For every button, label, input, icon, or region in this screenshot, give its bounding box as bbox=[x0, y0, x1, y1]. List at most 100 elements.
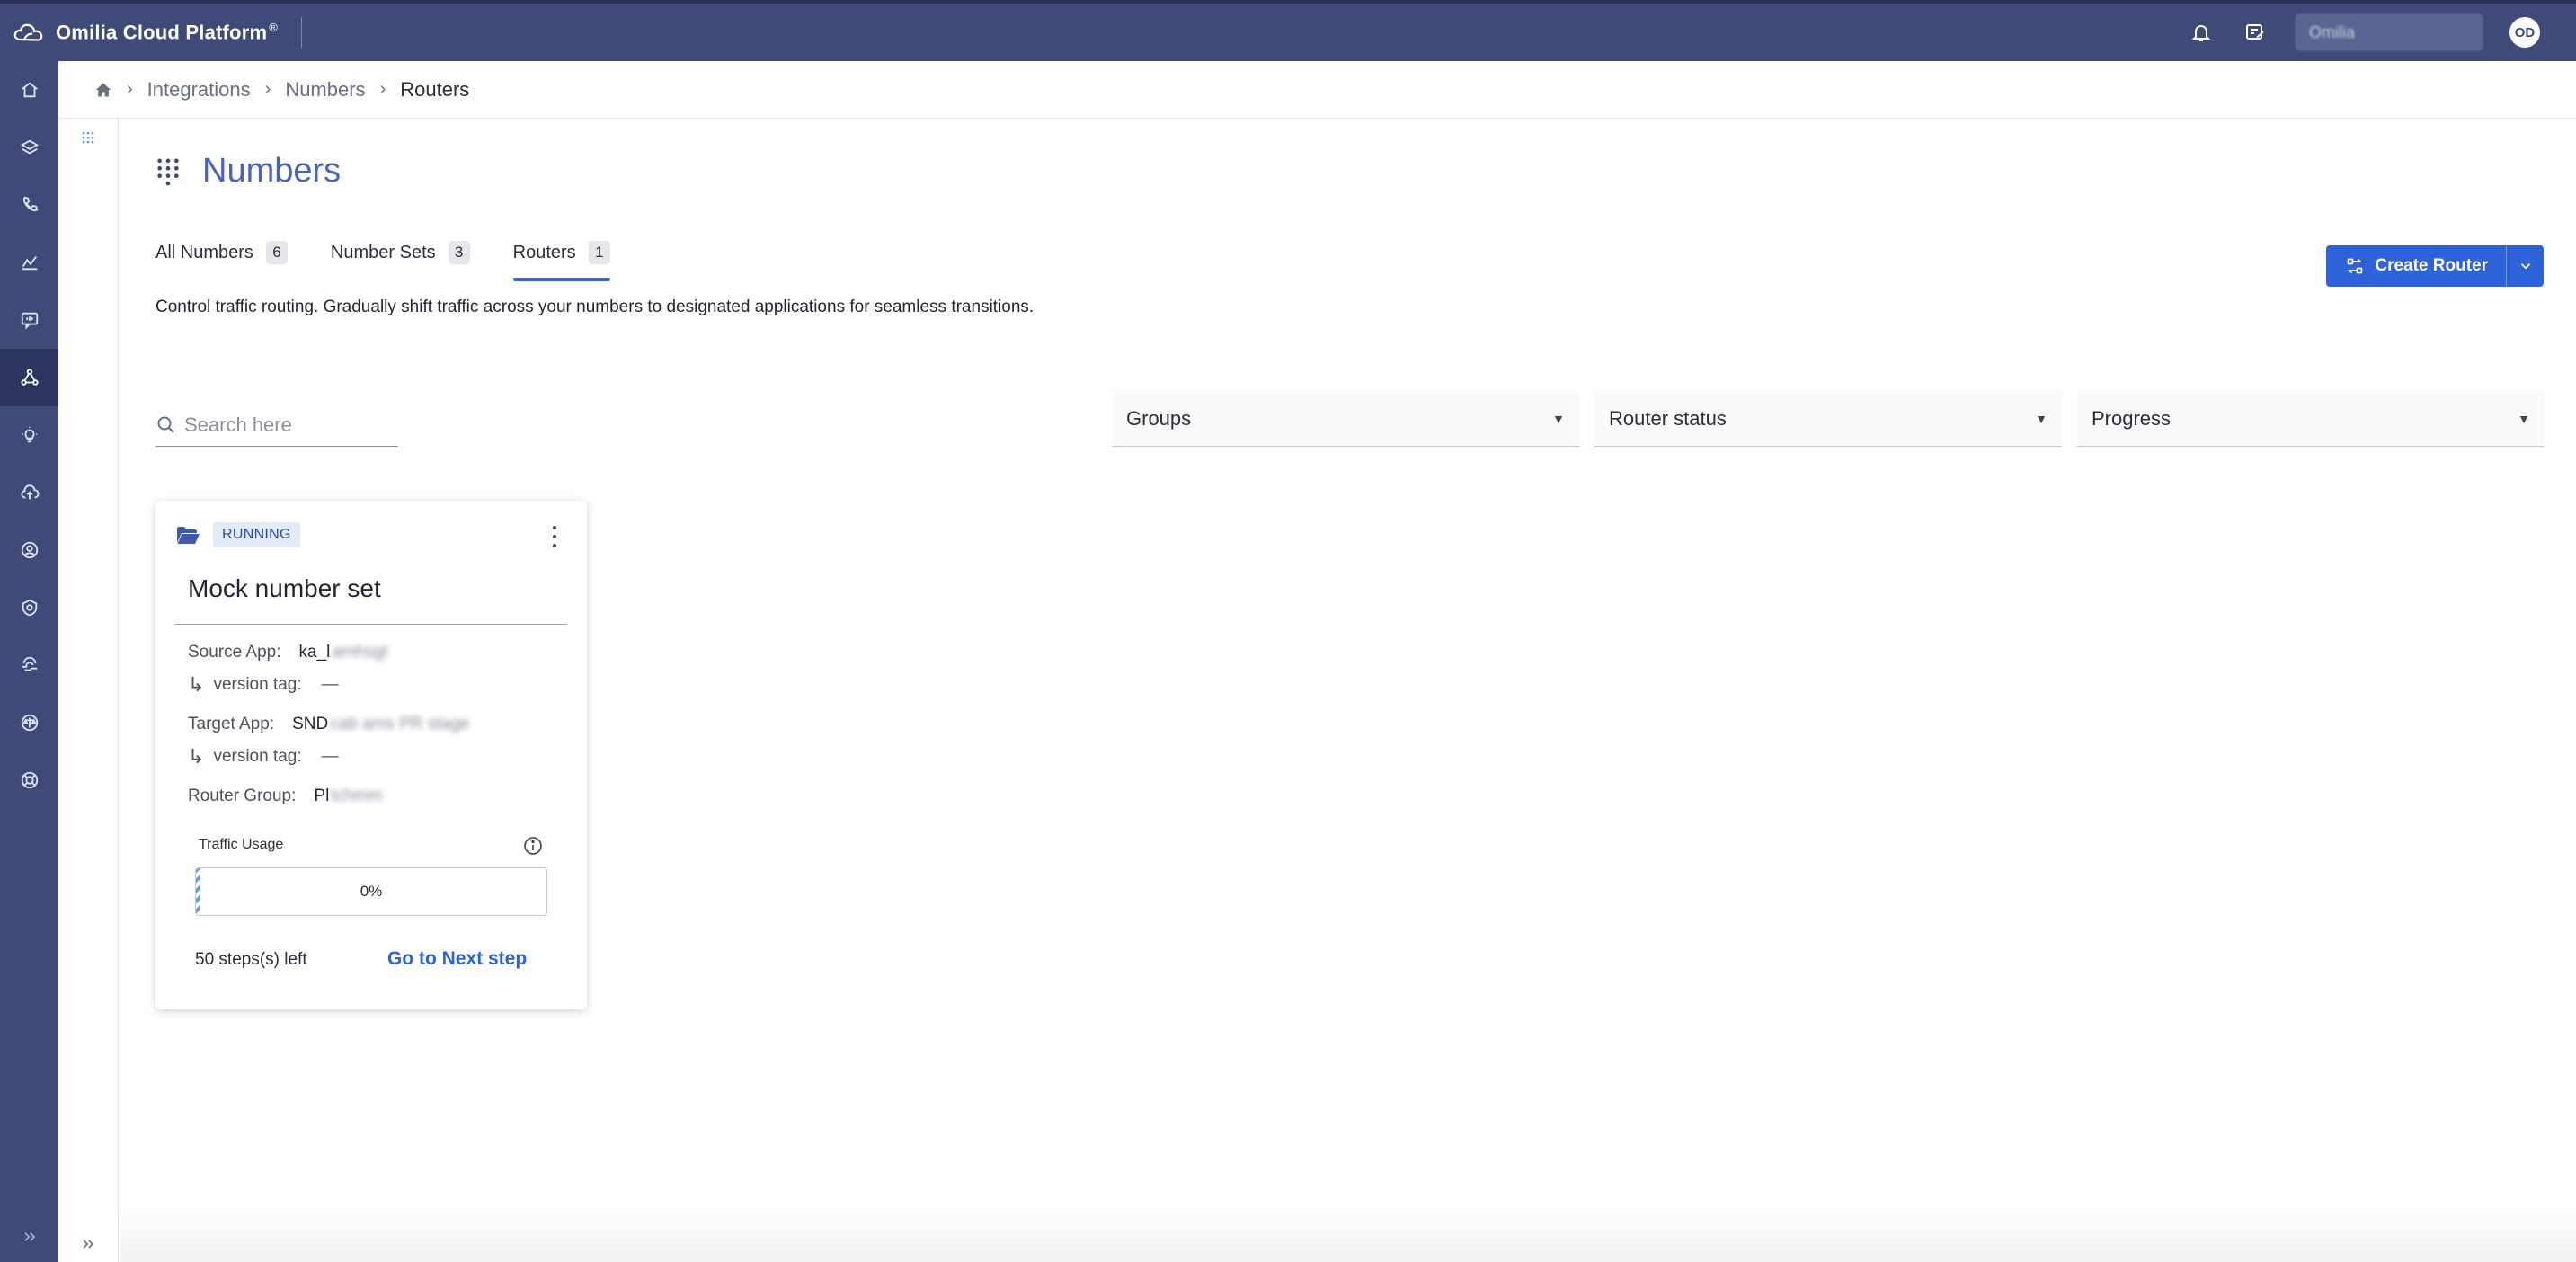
progress-text: 0% bbox=[360, 883, 383, 900]
router-group-redacted: tchmm bbox=[331, 787, 383, 805]
source-version-row: ↳ version tag: — bbox=[188, 673, 339, 696]
tab-all-numbers[interactable]: All Numbers 6 bbox=[155, 235, 288, 271]
tab-number-sets[interactable]: Number Sets 3 bbox=[331, 235, 470, 271]
sidebar-item-integrations[interactable] bbox=[0, 349, 58, 406]
avatar[interactable]: OD bbox=[2509, 17, 2540, 48]
target-app-redacted: cab ams PR stage bbox=[330, 715, 470, 733]
cloud-logo-icon bbox=[13, 23, 43, 41]
sidebar-item-support[interactable] bbox=[0, 751, 58, 809]
sidebar-item-insights[interactable] bbox=[0, 406, 58, 464]
fingerprint-icon bbox=[22, 656, 37, 671]
dialpad-grid-icon bbox=[157, 158, 179, 185]
status-badge: RUNNING bbox=[213, 522, 300, 547]
page-header: Numbers bbox=[155, 152, 341, 191]
breadcrumb-separator: › bbox=[127, 79, 133, 99]
tab-count-badge: 3 bbox=[448, 241, 470, 264]
info-circle-icon[interactable] bbox=[522, 835, 544, 857]
router-group-value: Pl bbox=[314, 787, 330, 805]
double-chevron-right-icon bbox=[23, 1232, 35, 1241]
progress-dropdown-label: Progress bbox=[2092, 406, 2172, 430]
groups-dropdown[interactable]: Groups ▼ bbox=[1112, 391, 1579, 447]
bottom-shade bbox=[120, 1208, 2576, 1262]
lightbulb-icon bbox=[22, 426, 37, 443]
search-icon bbox=[157, 416, 174, 433]
card-title: Mock number set bbox=[188, 574, 381, 602]
sidebar-item-home[interactable] bbox=[0, 61, 58, 119]
brand[interactable]: Omilia Cloud Platform ® bbox=[0, 4, 278, 61]
rail-expand-button[interactable] bbox=[58, 1235, 118, 1253]
brand-divider bbox=[301, 17, 303, 48]
steps-left-text: 50 steps(s) left bbox=[195, 950, 307, 969]
secondary-rail bbox=[58, 119, 119, 1262]
chevron-down-icon bbox=[2520, 263, 2530, 270]
target-app-value: SND bbox=[292, 715, 329, 733]
sidebar-item-voice[interactable] bbox=[0, 176, 58, 234]
caret-down-icon: ▼ bbox=[1552, 411, 1565, 426]
breadcrumb-item-routers: Routers bbox=[400, 77, 470, 101]
message-icon bbox=[21, 312, 38, 330]
caret-down-icon: ▼ bbox=[2518, 411, 2530, 426]
dialpad-grid-icon[interactable] bbox=[58, 129, 118, 147]
page-title: Numbers bbox=[202, 152, 342, 190]
top-bar: Omilia Cloud Platform ® Omilia OD bbox=[0, 0, 2576, 61]
integrations-icon bbox=[20, 369, 39, 386]
source-app-row: Source App: ka_l amhsgt bbox=[188, 643, 388, 662]
sidebar-expand-button[interactable] bbox=[0, 1219, 58, 1255]
layers-icon bbox=[20, 139, 39, 155]
target-version-row: ↳ version tag: — bbox=[188, 745, 339, 768]
return-arrow-icon: ↳ bbox=[188, 673, 205, 696]
groups-dropdown-label: Groups bbox=[1126, 406, 1192, 430]
double-chevron-right-icon bbox=[83, 1240, 94, 1249]
breadcrumb-separator: › bbox=[379, 79, 386, 99]
user-circle-icon bbox=[21, 541, 38, 559]
main-sidebar bbox=[0, 61, 58, 1262]
cloud-upload-icon bbox=[20, 484, 40, 500]
card-more-menu-icon[interactable] bbox=[549, 526, 560, 547]
progress-dropdown[interactable]: Progress ▼ bbox=[2077, 391, 2545, 447]
search-box bbox=[155, 404, 398, 447]
breadcrumb-item-integrations[interactable]: Integrations bbox=[147, 78, 251, 102]
home-icon bbox=[21, 82, 38, 98]
sidebar-item-analytics[interactable] bbox=[0, 234, 58, 291]
search-input[interactable] bbox=[184, 413, 391, 437]
sidebar-item-security[interactable] bbox=[0, 579, 58, 636]
sidebar-item-compliance[interactable] bbox=[0, 694, 58, 751]
sidebar-item-users[interactable] bbox=[0, 521, 58, 579]
router-status-dropdown[interactable]: Router status ▼ bbox=[1594, 391, 2062, 447]
home-icon[interactable] bbox=[94, 81, 112, 99]
router-swap-icon bbox=[2348, 258, 2363, 274]
card-divider bbox=[175, 624, 567, 625]
go-to-next-step-button[interactable]: Go to Next step bbox=[387, 948, 527, 970]
sidebar-item-cloud[interactable] bbox=[0, 464, 58, 521]
tab-count-badge: 1 bbox=[588, 241, 610, 264]
router-card: RUNNING Mock number set Source App: ka_l… bbox=[155, 501, 587, 1009]
app-title: Omilia Cloud Platform ® bbox=[56, 20, 279, 44]
notes-edit-icon[interactable] bbox=[2242, 19, 2269, 46]
sidebar-item-messaging[interactable] bbox=[0, 291, 58, 349]
tenant-selector[interactable]: Omilia bbox=[2296, 14, 2483, 50]
page-description: Control traffic routing. Gradually shift… bbox=[155, 298, 1035, 316]
caret-down-icon: ▼ bbox=[2035, 411, 2047, 426]
breadcrumb-item-numbers[interactable]: Numbers bbox=[285, 78, 365, 102]
create-router-dropdown[interactable] bbox=[2506, 245, 2544, 287]
bell-icon[interactable] bbox=[2188, 19, 2215, 46]
tab-routers[interactable]: Routers 1 bbox=[512, 235, 610, 281]
source-app-redacted: amhsgt bbox=[332, 643, 388, 662]
router-status-dropdown-label: Router status bbox=[1609, 406, 1727, 430]
tab-count-badge: 6 bbox=[265, 241, 288, 264]
target-app-row: Target App: SND cab ams PR stage bbox=[188, 715, 470, 733]
traffic-usage-progress: 0% bbox=[195, 867, 547, 916]
create-router-button: Create Router bbox=[2326, 245, 2544, 287]
phone-icon bbox=[22, 196, 38, 212]
folder-open-icon bbox=[177, 527, 200, 544]
traffic-usage-label: Traffic Usage bbox=[199, 837, 284, 852]
return-arrow-icon: ↳ bbox=[188, 745, 205, 768]
breadcrumb-separator: › bbox=[264, 79, 271, 99]
router-group-row: Router Group: Pl tchmm bbox=[188, 787, 383, 805]
breadcrumb: › Integrations › Numbers › Routers bbox=[58, 61, 2576, 119]
sidebar-item-biometrics[interactable] bbox=[0, 636, 58, 694]
tabs: All Numbers 6 Number Sets 3 Routers 1 bbox=[155, 235, 610, 281]
lifebuoy-icon bbox=[21, 771, 38, 789]
sidebar-item-layers[interactable] bbox=[0, 119, 58, 176]
create-router-main[interactable]: Create Router bbox=[2326, 245, 2506, 287]
